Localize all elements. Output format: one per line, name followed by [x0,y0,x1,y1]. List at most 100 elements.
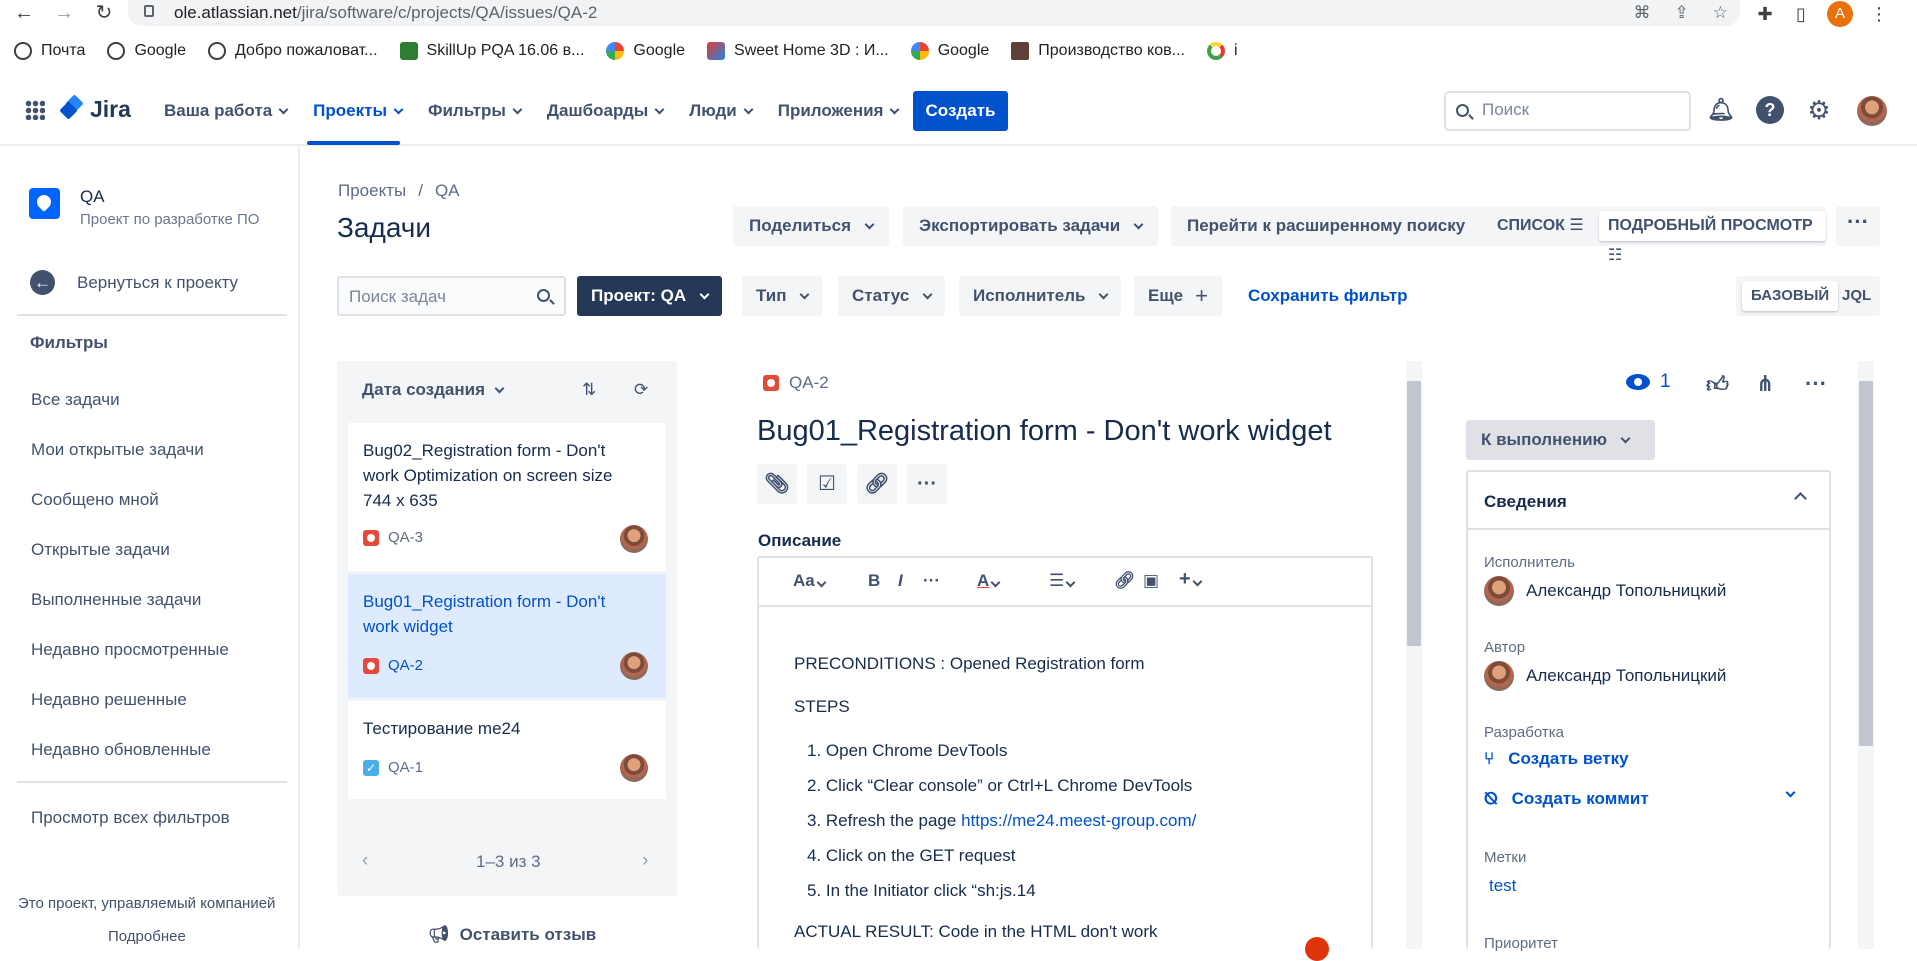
give-feedback-link[interactable]: 📢︎ Оставить отзыв [428,925,596,945]
bold-button[interactable]: B [868,571,880,591]
more-icon[interactable]: ··· [1805,371,1827,397]
text-color-button[interactable]: A [977,571,1001,591]
bookmark-item[interactable]: Google [910,42,989,60]
create-button[interactable]: Создать [913,91,1008,131]
previous-page-icon[interactable]: ‹ [362,850,368,872]
scrollbar-thumb[interactable] [1407,381,1421,646]
bullet-list-icon[interactable]: ☰ [1049,571,1076,591]
sidebar-item-all-issues[interactable]: Все задачи [31,390,120,410]
like-icon[interactable]: 👍︎ [1706,371,1729,398]
sidebar-item-reported-by-me[interactable]: Сообщено мной [31,490,159,510]
nav-filters[interactable]: Фильтры [428,98,523,124]
issue-list-item[interactable]: Bug02_Registration form - Don't work Opt… [348,423,666,573]
chevron-down-icon[interactable] [1785,787,1796,798]
nav-people[interactable]: Люди [689,98,754,124]
breadcrumb-projects[interactable]: Проекты [338,181,406,201]
status-filter[interactable]: Статус [838,276,946,316]
sidebar-item-done[interactable]: Выполненные задачи [31,590,201,610]
breadcrumb-project[interactable]: QA [435,181,460,201]
more-icon[interactable]: ··· [907,464,947,504]
bookmark-item[interactable]: Google [606,42,685,60]
help-icon[interactable]: ? [1756,96,1784,124]
create-branch-link[interactable]: ⑂ Создать ветку [1484,749,1629,769]
sort-by-created[interactable]: Дата создания [362,380,505,400]
italic-button[interactable]: I [898,571,903,591]
label-tag[interactable]: test [1484,874,1521,898]
sidebar-item-my-open[interactable]: Мои открытые задачи [31,440,204,460]
sidebar-item-resolved-recently[interactable]: Недавно решенные [31,690,187,710]
extensions-icon[interactable]: ✚ [1755,4,1775,24]
bookmark-item[interactable]: i [1206,42,1238,60]
detail-scrollbar[interactable] [1406,361,1422,949]
insert-link-icon[interactable]: 🔗︎ [1114,571,1136,591]
bookmark-item[interactable]: Добро пожаловат... [208,42,378,60]
attachment-icon[interactable]: 📎︎ [757,464,797,504]
nav-your-work[interactable]: Ваша работа [164,98,289,124]
bookmark-item[interactable]: Почта [14,42,85,60]
reload-icon[interactable]: ↻ [92,2,116,26]
sidebar-item-viewed-recently[interactable]: Недавно просмотренные [31,640,229,660]
advanced-search-button[interactable]: Перейти к расширенному поиску [1171,206,1482,246]
bookmark-item[interactable]: Производство ков... [1011,42,1185,60]
issue-breadcrumb-key[interactable]: QA-2 [763,373,829,393]
insert-more-button[interactable]: + [1179,568,1203,591]
app-switcher-icon[interactable] [25,100,45,120]
project-filter[interactable]: Проект: QA [577,276,723,316]
profile-avatar[interactable]: A [1827,1,1853,27]
child-issue-icon[interactable]: ☑ [807,464,847,504]
star-icon[interactable]: ☆ [1713,3,1728,23]
side-panel-icon[interactable]: ▯ [1791,4,1811,24]
sort-order-icon[interactable]: ⇅ [582,380,596,400]
user-avatar[interactable] [1857,96,1887,126]
sidebar-item-open[interactable]: Открытые задачи [31,540,170,560]
step-url-link[interactable]: https://me24.meest-group.com/ [961,811,1196,830]
issue-search-input[interactable] [349,287,529,307]
global-search-input[interactable] [1444,91,1691,131]
refresh-icon[interactable]: ⟳ [634,380,648,400]
export-issues-button[interactable]: Экспортировать задачи [903,206,1159,246]
issue-summary[interactable]: Bug01_Registration form - Don't work wid… [757,415,1332,448]
nav-projects[interactable]: Проекты [313,98,404,124]
issue-list-item-selected[interactable]: Bug01_Registration form - Don't work wid… [348,574,666,700]
nav-apps[interactable]: Приложения [778,98,900,124]
save-filter-link[interactable]: Сохранить фильтр [1248,286,1408,306]
next-page-icon[interactable]: › [642,850,648,872]
scrollbar-thumb[interactable] [1859,381,1873,746]
type-filter[interactable]: Тип [742,276,823,316]
detail-view-option[interactable]: ПОДРОБНЫЙ ПРОСМОТР ☷ [1599,211,1826,264]
notifications-icon[interactable]: 🔔︎ [1707,96,1735,124]
insert-image-icon[interactable]: ▣ [1143,571,1159,591]
search-field[interactable] [1482,100,1682,120]
view-all-filters-link[interactable]: Просмотр всех фильтров [31,808,230,828]
menu-icon[interactable]: ⋮ [1869,4,1889,24]
assignee-field[interactable]: Александр Топольницкий [1484,576,1726,606]
watchers-button[interactable]: 1 [1626,371,1671,393]
jql-mode-option[interactable]: JQL [1833,281,1880,311]
learn-more-link[interactable]: Подробнее [108,928,186,945]
list-view-option[interactable]: СПИСОК ☰ [1488,211,1593,241]
issue-search-box[interactable] [337,276,566,316]
description-editor[interactable]: Aa B I ··· A ☰ 🔗︎ ▣ + PRECONDITIONS : Op… [757,556,1373,949]
panel-scrollbar[interactable] [1858,361,1874,949]
address-bar[interactable]: ole.atlassian.net/jira/software/c/projec… [128,0,1740,26]
issue-list-item[interactable]: Тестирование me24 ✓ QA-1 [348,701,666,801]
create-commit-link[interactable]: ⦰ Создать коммит [1484,789,1649,809]
forward-arrow-icon[interactable]: → [52,2,76,26]
details-header[interactable]: Сведения [1468,472,1829,530]
bookmark-item[interactable]: Sweet Home 3D : И... [707,42,889,60]
more-actions-button[interactable]: ··· [1836,206,1880,246]
sidebar-item-updated-recently[interactable]: Недавно обновленные [31,740,211,760]
assignee-filter[interactable]: Исполнитель [959,276,1122,316]
jira-logo[interactable]: Jira [59,93,131,123]
bookmark-item[interactable]: SkillUp PQA 16.06 в... [399,42,584,60]
translate-icon[interactable]: ⌘ [1634,3,1651,23]
bookmark-item[interactable]: Google [107,42,186,60]
back-to-project-link[interactable]: ← Вернуться к проекту [30,270,238,295]
reporter-field[interactable]: Александр Топольницкий [1484,661,1726,691]
settings-gear-icon[interactable]: ⚙ [1805,96,1833,124]
share-icon[interactable]: ⇪ [1675,3,1689,23]
nav-dashboards[interactable]: Дашбоарды [547,98,665,124]
more-filters-button[interactable]: Еще + [1134,276,1222,316]
link-icon[interactable]: 🔗︎ [857,464,897,504]
share-icon[interactable]: ⋔ [1756,371,1774,397]
